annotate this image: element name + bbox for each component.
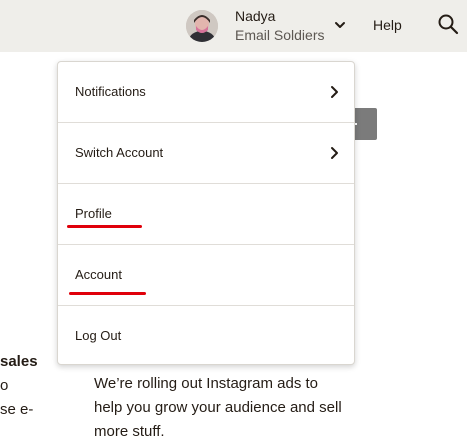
menu-item-label: Profile <box>75 206 112 221</box>
menu-item-notifications[interactable]: Notifications <box>58 62 354 122</box>
background-text-fragment: sales <box>0 353 38 370</box>
account-dropdown-menu: Notifications Switch Account Profile Acc… <box>57 61 355 365</box>
top-navigation-bar: Nadya Email Soldiers Help <box>0 0 467 52</box>
background-text-fragment: o <box>0 377 9 394</box>
paragraph-line: more stuff. <box>94 423 165 440</box>
menu-item-switch-account[interactable]: Switch Account <box>58 123 354 183</box>
menu-item-profile[interactable]: Profile <box>58 184 354 244</box>
chevron-down-icon <box>335 22 345 28</box>
page: sales o se e- We’re rolling out Instagra… <box>0 0 467 447</box>
menu-item-label: Notifications <box>75 84 146 99</box>
organization-name: Email Soldiers <box>235 27 325 43</box>
menu-item-log-out[interactable]: Log Out <box>58 306 354 366</box>
menu-item-label: Switch Account <box>75 145 164 160</box>
search-icon[interactable] <box>437 13 459 35</box>
paragraph-line: help you grow your audience and sell <box>94 399 342 416</box>
menu-item-account[interactable]: Account <box>58 245 354 305</box>
avatar <box>186 10 218 42</box>
menu-item-label: Log Out <box>75 328 122 343</box>
help-link[interactable]: Help <box>373 16 402 34</box>
chevron-right-icon <box>331 147 338 159</box>
user-name: Nadya <box>235 8 276 24</box>
red-underline-annotation <box>69 292 146 295</box>
account-switcher[interactable]: Nadya Email Soldiers <box>186 6 345 46</box>
paragraph-line: We’re rolling out Instagram ads to <box>94 375 318 392</box>
background-paragraph: We’re rolling out Instagram ads to help … <box>94 372 374 444</box>
menu-item-label: Account <box>75 267 122 282</box>
chevron-right-icon <box>331 86 338 98</box>
background-text-fragment: se e- <box>0 401 34 418</box>
red-underline-annotation <box>67 225 142 228</box>
